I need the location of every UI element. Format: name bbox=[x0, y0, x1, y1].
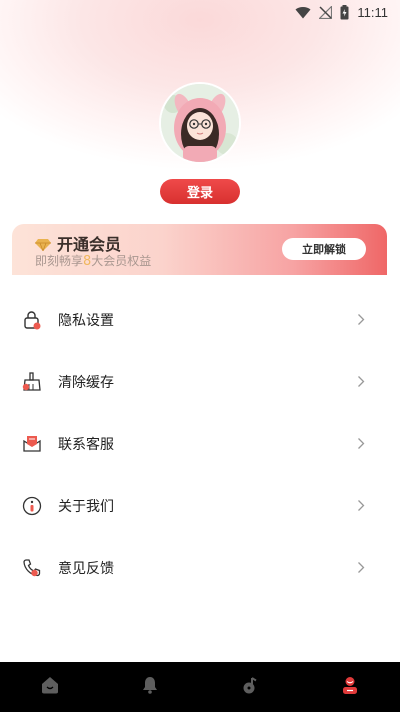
vip-subtitle: 即刻畅享8大会员权益 bbox=[35, 252, 151, 269]
lock-icon bbox=[22, 310, 42, 330]
tab-profile[interactable] bbox=[300, 662, 400, 712]
menu-item-about-us[interactable]: 关于我们 bbox=[0, 475, 400, 537]
avatar[interactable] bbox=[161, 84, 239, 162]
menu-item-label: 联系客服 bbox=[58, 437, 114, 453]
status-bar: 11:11 bbox=[0, 0, 400, 24]
menu-item-label: 关于我们 bbox=[58, 499, 114, 515]
settings-menu: 隐私设置 清除缓存 联系客服 关于我们 意见反馈 bbox=[0, 289, 400, 599]
battery-icon bbox=[340, 4, 349, 20]
vip-card[interactable]: 开通会员 即刻畅享8大会员权益 立即解锁 bbox=[12, 224, 387, 275]
tab-notifications[interactable] bbox=[100, 662, 200, 712]
chevron-right-icon bbox=[357, 559, 365, 578]
vip-subtitle-prefix: 即刻畅享 bbox=[35, 254, 84, 268]
status-time: 11:11 bbox=[357, 4, 388, 20]
mail-icon bbox=[22, 434, 42, 454]
no-signal-icon bbox=[319, 5, 333, 19]
bell-icon bbox=[142, 676, 158, 698]
login-button[interactable]: 登录 bbox=[160, 179, 240, 204]
wifi-icon bbox=[295, 6, 311, 19]
menu-item-customer-service[interactable]: 联系客服 bbox=[0, 413, 400, 475]
phone-icon bbox=[22, 558, 42, 578]
tab-home[interactable] bbox=[0, 662, 100, 712]
bottom-tab-bar bbox=[0, 662, 400, 712]
menu-item-privacy[interactable]: 隐私设置 bbox=[0, 289, 400, 351]
menu-item-feedback[interactable]: 意见反馈 bbox=[0, 537, 400, 599]
chevron-right-icon bbox=[357, 435, 365, 454]
music-icon bbox=[242, 676, 258, 698]
menu-item-label: 意见反馈 bbox=[58, 561, 114, 577]
profile-icon bbox=[342, 676, 358, 698]
info-icon bbox=[22, 496, 42, 516]
chevron-right-icon bbox=[357, 497, 365, 516]
vip-subtitle-suffix: 大会员权益 bbox=[91, 254, 152, 268]
menu-item-clear-cache[interactable]: 清除缓存 bbox=[0, 351, 400, 413]
unlock-button[interactable]: 立即解锁 bbox=[282, 238, 366, 260]
avatar-image bbox=[161, 84, 239, 162]
chevron-right-icon bbox=[357, 373, 365, 392]
broom-icon bbox=[22, 372, 42, 392]
menu-item-label: 清除缓存 bbox=[58, 375, 114, 391]
chevron-right-icon bbox=[357, 311, 365, 330]
tab-music[interactable] bbox=[200, 662, 300, 712]
home-icon bbox=[41, 676, 59, 698]
menu-item-label: 隐私设置 bbox=[58, 313, 114, 329]
